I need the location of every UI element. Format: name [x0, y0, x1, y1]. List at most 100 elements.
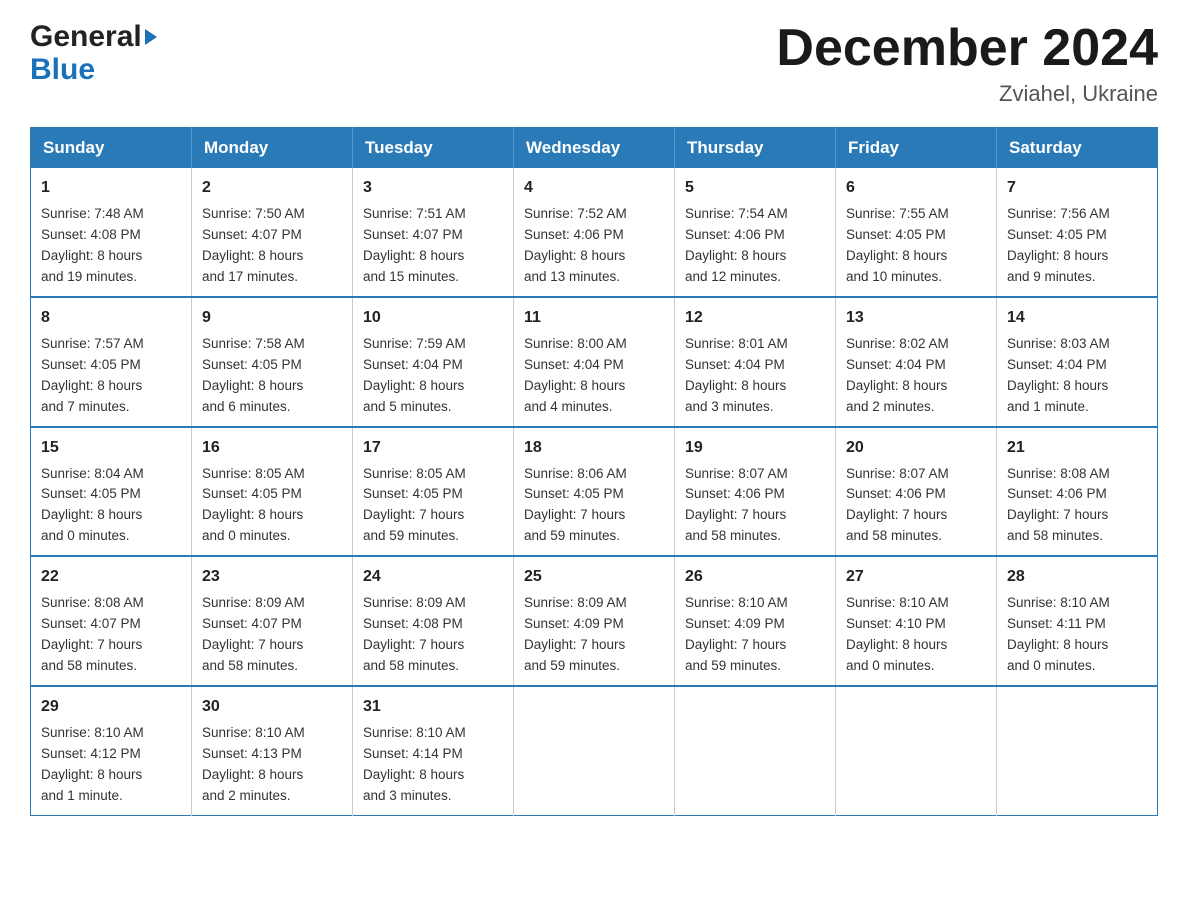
day-info: Sunrise: 8:08 AM Sunset: 4:06 PM Dayligh…	[1007, 464, 1147, 548]
day-number: 22	[41, 565, 181, 589]
day-number: 23	[202, 565, 342, 589]
calendar-day-cell: 1Sunrise: 7:48 AM Sunset: 4:08 PM Daylig…	[31, 168, 192, 297]
day-number: 5	[685, 176, 825, 200]
day-of-week-header: Tuesday	[353, 128, 514, 169]
day-of-week-header: Saturday	[997, 128, 1158, 169]
day-number: 13	[846, 306, 986, 330]
page-header: General Blue December 2024 Zviahel, Ukra…	[30, 20, 1158, 107]
title-block: December 2024 Zviahel, Ukraine	[776, 20, 1158, 107]
day-number: 11	[524, 306, 664, 330]
day-number: 2	[202, 176, 342, 200]
day-number: 30	[202, 695, 342, 719]
day-of-week-header: Sunday	[31, 128, 192, 169]
day-number: 20	[846, 436, 986, 460]
day-number: 26	[685, 565, 825, 589]
day-info: Sunrise: 8:09 AM Sunset: 4:09 PM Dayligh…	[524, 593, 664, 677]
day-number: 18	[524, 436, 664, 460]
calendar-day-cell: 23 Sunrise: 8:09 AM Sunset: 4:07 PM Dayli…	[192, 556, 353, 686]
day-info: Sunrise: 7:50 AM Sunset: 4:07 PM Dayligh…	[202, 204, 342, 288]
day-info: Sunrise: 8:08 AM Sunset: 4:07 PM Dayligh…	[41, 593, 181, 677]
day-info: Sunrise: 8:01 AM Sunset: 4:04 PM Dayligh…	[685, 334, 825, 418]
day-info: Sunrise: 7:52 AM Sunset: 4:06 PM Dayligh…	[524, 204, 664, 288]
calendar-day-cell: 7 Sunrise: 7:56 AM Sunset: 4:05 PM Daylig…	[997, 168, 1158, 297]
day-number: 12	[685, 306, 825, 330]
calendar-title: December 2024	[776, 20, 1158, 77]
calendar-day-cell: 13 Sunrise: 8:02 AM Sunset: 4:04 PM Dayli…	[836, 297, 997, 427]
calendar-day-cell: 30 Sunrise: 8:10 AM Sunset: 4:13 PM Dayli…	[192, 686, 353, 815]
logo-general-text: General	[30, 20, 142, 53]
calendar-week-row: 8Sunrise: 7:57 AM Sunset: 4:05 PM Daylig…	[31, 297, 1158, 427]
calendar-day-cell: 8Sunrise: 7:57 AM Sunset: 4:05 PM Daylig…	[31, 297, 192, 427]
calendar-day-cell: 18 Sunrise: 8:06 AM Sunset: 4:05 PM Dayli…	[514, 427, 675, 557]
day-number: 6	[846, 176, 986, 200]
calendar-week-row: 22 Sunrise: 8:08 AM Sunset: 4:07 PM Dayli…	[31, 556, 1158, 686]
day-info: Sunrise: 7:55 AM Sunset: 4:05 PM Dayligh…	[846, 204, 986, 288]
day-number: 19	[685, 436, 825, 460]
day-number: 28	[1007, 565, 1147, 589]
day-info: Sunrise: 8:05 AM Sunset: 4:05 PM Dayligh…	[202, 464, 342, 548]
day-of-week-header: Thursday	[675, 128, 836, 169]
day-info: Sunrise: 7:57 AM Sunset: 4:05 PM Dayligh…	[41, 334, 181, 418]
calendar-week-row: 15 Sunrise: 8:04 AM Sunset: 4:05 PM Dayli…	[31, 427, 1158, 557]
calendar-day-cell: 15 Sunrise: 8:04 AM Sunset: 4:05 PM Dayli…	[31, 427, 192, 557]
day-info: Sunrise: 8:07 AM Sunset: 4:06 PM Dayligh…	[685, 464, 825, 548]
day-info: Sunrise: 8:09 AM Sunset: 4:08 PM Dayligh…	[363, 593, 503, 677]
day-number: 25	[524, 565, 664, 589]
calendar-day-cell	[675, 686, 836, 815]
day-info: Sunrise: 8:02 AM Sunset: 4:04 PM Dayligh…	[846, 334, 986, 418]
day-info: Sunrise: 7:48 AM Sunset: 4:08 PM Dayligh…	[41, 204, 181, 288]
day-info: Sunrise: 7:56 AM Sunset: 4:05 PM Dayligh…	[1007, 204, 1147, 288]
day-info: Sunrise: 8:03 AM Sunset: 4:04 PM Dayligh…	[1007, 334, 1147, 418]
calendar-day-cell: 17 Sunrise: 8:05 AM Sunset: 4:05 PM Dayli…	[353, 427, 514, 557]
day-info: Sunrise: 8:10 AM Sunset: 4:09 PM Dayligh…	[685, 593, 825, 677]
day-number: 24	[363, 565, 503, 589]
calendar-subtitle: Zviahel, Ukraine	[776, 81, 1158, 107]
day-info: Sunrise: 8:09 AM Sunset: 4:07 PM Dayligh…	[202, 593, 342, 677]
day-info: Sunrise: 8:05 AM Sunset: 4:05 PM Dayligh…	[363, 464, 503, 548]
calendar-table: SundayMondayTuesdayWednesdayThursdayFrid…	[30, 127, 1158, 815]
day-of-week-header: Wednesday	[514, 128, 675, 169]
calendar-day-cell: 12 Sunrise: 8:01 AM Sunset: 4:04 PM Dayli…	[675, 297, 836, 427]
calendar-day-cell	[514, 686, 675, 815]
calendar-header-row: SundayMondayTuesdayWednesdayThursdayFrid…	[31, 128, 1158, 169]
day-info: Sunrise: 8:06 AM Sunset: 4:05 PM Dayligh…	[524, 464, 664, 548]
day-info: Sunrise: 7:51 AM Sunset: 4:07 PM Dayligh…	[363, 204, 503, 288]
logo: General Blue	[30, 20, 157, 86]
calendar-day-cell: 3Sunrise: 7:51 AM Sunset: 4:07 PM Daylig…	[353, 168, 514, 297]
calendar-day-cell: 4Sunrise: 7:52 AM Sunset: 4:06 PM Daylig…	[514, 168, 675, 297]
calendar-day-cell	[836, 686, 997, 815]
calendar-day-cell: 9Sunrise: 7:58 AM Sunset: 4:05 PM Daylig…	[192, 297, 353, 427]
day-info: Sunrise: 7:59 AM Sunset: 4:04 PM Dayligh…	[363, 334, 503, 418]
calendar-day-cell: 2 Sunrise: 7:50 AM Sunset: 4:07 PM Daylig…	[192, 168, 353, 297]
day-of-week-header: Friday	[836, 128, 997, 169]
calendar-day-cell: 10 Sunrise: 7:59 AM Sunset: 4:04 PM Dayli…	[353, 297, 514, 427]
calendar-day-cell: 24 Sunrise: 8:09 AM Sunset: 4:08 PM Dayli…	[353, 556, 514, 686]
calendar-day-cell: 26 Sunrise: 8:10 AM Sunset: 4:09 PM Dayli…	[675, 556, 836, 686]
day-info: Sunrise: 8:00 AM Sunset: 4:04 PM Dayligh…	[524, 334, 664, 418]
day-number: 15	[41, 436, 181, 460]
calendar-day-cell: 22 Sunrise: 8:08 AM Sunset: 4:07 PM Dayli…	[31, 556, 192, 686]
day-info: Sunrise: 8:04 AM Sunset: 4:05 PM Dayligh…	[41, 464, 181, 548]
day-number: 31	[363, 695, 503, 719]
day-number: 21	[1007, 436, 1147, 460]
calendar-day-cell: 27 Sunrise: 8:10 AM Sunset: 4:10 PM Dayli…	[836, 556, 997, 686]
day-of-week-header: Monday	[192, 128, 353, 169]
calendar-week-row: 29Sunrise: 8:10 AM Sunset: 4:12 PM Dayli…	[31, 686, 1158, 815]
day-number: 17	[363, 436, 503, 460]
day-number: 10	[363, 306, 503, 330]
day-number: 27	[846, 565, 986, 589]
day-number: 14	[1007, 306, 1147, 330]
day-info: Sunrise: 8:10 AM Sunset: 4:13 PM Dayligh…	[202, 723, 342, 807]
day-info: Sunrise: 8:10 AM Sunset: 4:10 PM Dayligh…	[846, 593, 986, 677]
day-info: Sunrise: 7:58 AM Sunset: 4:05 PM Dayligh…	[202, 334, 342, 418]
calendar-day-cell: 28 Sunrise: 8:10 AM Sunset: 4:11 PM Dayli…	[997, 556, 1158, 686]
day-number: 7	[1007, 176, 1147, 200]
calendar-day-cell: 5Sunrise: 7:54 AM Sunset: 4:06 PM Daylig…	[675, 168, 836, 297]
day-info: Sunrise: 8:10 AM Sunset: 4:12 PM Dayligh…	[41, 723, 181, 807]
calendar-day-cell: 20Sunrise: 8:07 AM Sunset: 4:06 PM Dayli…	[836, 427, 997, 557]
day-info: Sunrise: 8:10 AM Sunset: 4:14 PM Dayligh…	[363, 723, 503, 807]
calendar-day-cell: 6 Sunrise: 7:55 AM Sunset: 4:05 PM Daylig…	[836, 168, 997, 297]
calendar-day-cell	[997, 686, 1158, 815]
day-info: Sunrise: 8:10 AM Sunset: 4:11 PM Dayligh…	[1007, 593, 1147, 677]
calendar-day-cell: 21 Sunrise: 8:08 AM Sunset: 4:06 PM Dayli…	[997, 427, 1158, 557]
